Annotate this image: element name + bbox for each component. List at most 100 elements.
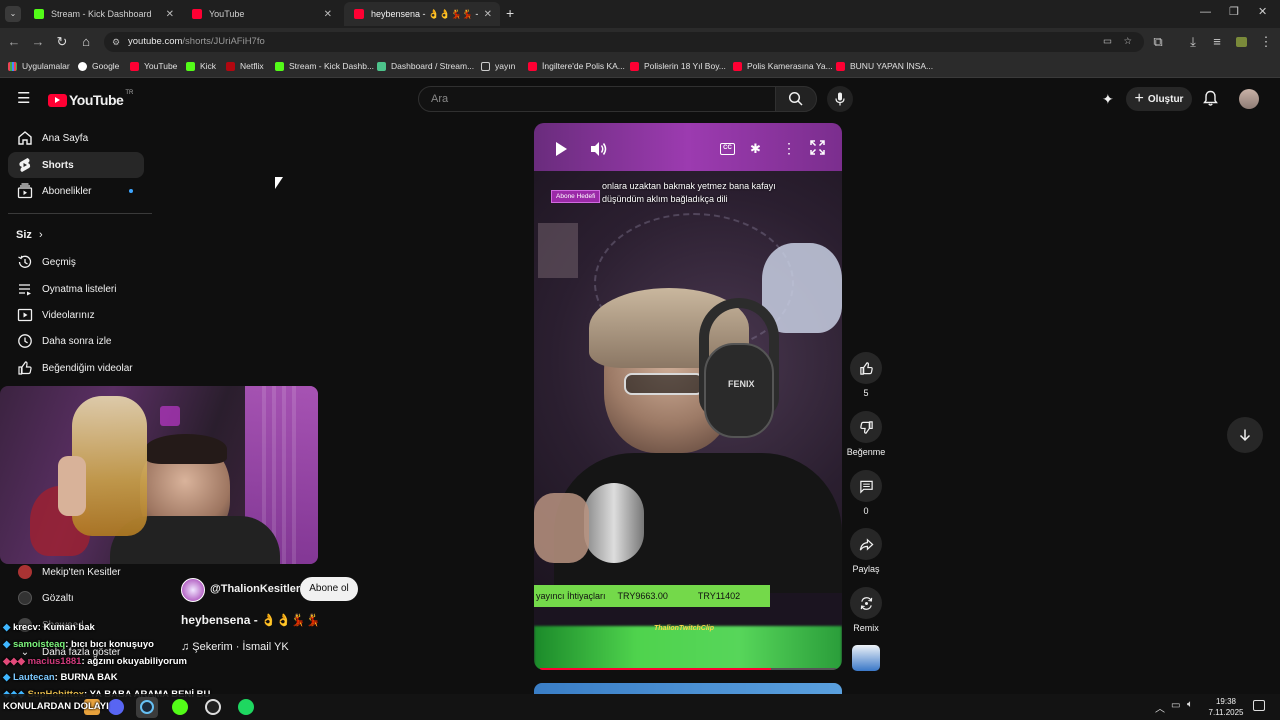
close-tab-icon[interactable]: ✕ (166, 9, 174, 20)
remix-button[interactable] (850, 587, 882, 619)
chat-user: macius1881 (27, 656, 82, 667)
extensions-icon[interactable]: ⧉ (1150, 34, 1166, 50)
network-icon[interactable]: ▭ (1171, 700, 1180, 711)
playlists-icon (8, 281, 42, 297)
url-field[interactable]: ⚙ youtube.com/shorts/JUriAFiH7fo ▭ ☆ (104, 32, 1144, 52)
close-tab-icon[interactable]: ✕ (484, 9, 492, 20)
back-icon[interactable]: ← (6, 34, 22, 49)
channel-avatar[interactable] (181, 578, 205, 602)
channel-avatar (8, 565, 42, 579)
bookmark-label: Polis Kamerasına Ya... (747, 61, 833, 71)
discord-icon[interactable] (108, 699, 124, 715)
settings-gear-icon[interactable]: ✱ (750, 141, 761, 157)
donation-label: yayıncı İhtiyaçları (536, 591, 606, 601)
fullscreen-icon[interactable] (810, 140, 825, 160)
bookmark-video-1[interactable]: İngiltere'de Polis KA... (528, 61, 625, 71)
share-icon (859, 537, 873, 551)
sidebar-subscription-gozalti[interactable]: Gözaltı (8, 585, 144, 611)
bookmark-youtube[interactable]: YouTube (130, 61, 177, 71)
channel-handle[interactable]: @ThalionKesitleri (210, 583, 303, 595)
hand-shape (534, 493, 589, 563)
close-window-icon[interactable]: ✕ (1258, 5, 1267, 18)
kick-app-icon[interactable] (172, 699, 188, 715)
apps-grid-icon (8, 61, 17, 71)
clock[interactable]: 19:38 7.11.2025 (1203, 696, 1249, 718)
youtube-favicon-icon (354, 9, 364, 19)
tab-kick-dashboard[interactable]: Stream - Kick Dashboard ✕ (24, 2, 182, 26)
captions-icon[interactable]: CC (720, 143, 735, 155)
tab-active-short[interactable]: heybensena - 👌👌💃💃 - Yo ✕ (344, 2, 500, 26)
create-button[interactable]: + Oluştur (1126, 87, 1192, 111)
sidebar-item-home[interactable]: Ana Sayfa (8, 125, 144, 151)
sound-thumbnail[interactable] (852, 645, 880, 671)
minimize-icon[interactable]: — (1200, 6, 1211, 18)
media-control-icon[interactable]: ≡ (1209, 34, 1225, 49)
tray-chevron-up-icon[interactable]: ︿ (1155, 700, 1165, 715)
download-icon[interactable]: ⤓ (1185, 34, 1201, 50)
more-options-icon[interactable]: ⋮ (782, 140, 796, 157)
short-music[interactable]: ♫ Şekerim · İsmail YK (181, 641, 289, 653)
bookmark-star-icon[interactable]: ☆ (1123, 32, 1132, 52)
bookmark-dashboard[interactable]: Dashboard / Stream... (377, 61, 474, 71)
youtube-logo[interactable]: YouTube TR (48, 90, 133, 108)
reload-icon[interactable]: ↻ (54, 34, 70, 50)
sidebar-item-your-videos[interactable]: Videolarınız (8, 302, 144, 328)
like-button[interactable] (850, 352, 882, 384)
profile-icon[interactable] (1236, 37, 1247, 47)
play-icon[interactable] (554, 141, 568, 162)
subscribe-button[interactable]: Abone ol (300, 577, 358, 601)
avatar[interactable] (1239, 89, 1259, 109)
voice-search-button[interactable] (827, 86, 853, 112)
sparkle-icon[interactable]: ✦ (1102, 91, 1114, 108)
next-short-preview[interactable] (534, 683, 842, 694)
bookmark-video-4[interactable]: BUNU YAPAN İNSA... (836, 61, 933, 71)
cast-icon[interactable]: ▭ (1103, 32, 1112, 52)
bookmark-netflix[interactable]: Netflix (226, 61, 264, 71)
restore-icon[interactable]: ❐ (1229, 5, 1239, 18)
comments-button[interactable] (850, 470, 882, 502)
bookmark-folder-yayin[interactable]: yayın (481, 61, 515, 71)
new-tab-icon[interactable]: + (506, 5, 514, 21)
wall-poster-shape (538, 223, 578, 278)
video-progress-track[interactable] (540, 668, 836, 670)
sidebar-you-section[interactable]: Siz › (16, 229, 43, 241)
bookmark-kick[interactable]: Kick (186, 61, 216, 71)
volume-icon[interactable] (590, 141, 608, 162)
next-short-button[interactable] (1227, 417, 1263, 453)
forward-icon[interactable]: → (30, 34, 46, 49)
site-info-icon[interactable]: ⚙ (112, 32, 120, 52)
thumbs-down-icon (859, 420, 873, 434)
sidebar-item-history[interactable]: Geçmiş (8, 249, 144, 275)
bookmark-kick-stream[interactable]: Stream - Kick Dashb... (275, 61, 374, 71)
taskbar-active-app[interactable] (136, 697, 158, 718)
notification-center-icon[interactable] (1253, 700, 1265, 711)
spotify-icon[interactable] (238, 699, 254, 715)
sidebar-item-watch-later[interactable]: Daha sonra izle (8, 328, 144, 354)
close-tab-icon[interactable]: ✕ (324, 9, 332, 20)
browser-menu-icon[interactable]: ⋮ (1258, 34, 1274, 50)
share-button[interactable] (850, 528, 882, 560)
home-button-icon[interactable]: ⌂ (78, 34, 94, 49)
dislike-button[interactable] (850, 411, 882, 443)
goal-badge: Abone Hedefi (551, 190, 601, 203)
sidebar-item-liked-videos[interactable]: Beğendiğim videolar (8, 355, 144, 381)
tab-search-chevron-icon[interactable]: ⌄ (5, 6, 21, 22)
bookmark-label: İngiltere'de Polis KA... (542, 61, 625, 71)
bookmark-video-3[interactable]: Polis Kamerasına Ya... (733, 61, 833, 71)
hamburger-menu-icon[interactable]: ☰ (17, 91, 30, 106)
short-video-player[interactable]: FENIX CC ✱ ⋮ Abone Hedefi onlara uzaktan… (534, 123, 842, 670)
bookmark-apps[interactable]: Uygulamalar (8, 61, 70, 71)
notifications-icon[interactable] (1203, 90, 1218, 112)
tab-youtube[interactable]: YouTube ✕ (182, 2, 340, 26)
sidebar-item-subscriptions[interactable]: Abonelikler (8, 178, 144, 204)
speaker-icon[interactable]: 🔈︎ (1187, 699, 1193, 710)
bookmark-google[interactable]: Google (78, 61, 119, 71)
bookmark-video-2[interactable]: Polislerin 18 Yıl Boy... (630, 61, 726, 71)
sidebar-item-label: Daha sonra izle (42, 335, 112, 347)
sidebar-item-playlists[interactable]: Oynatma listeleri (8, 276, 144, 302)
obs-icon[interactable] (205, 699, 221, 715)
search-button[interactable] (775, 86, 817, 112)
sidebar-divider (8, 213, 152, 214)
search-input[interactable]: Ara (418, 86, 776, 112)
sidebar-item-shorts[interactable]: Shorts (8, 152, 144, 178)
